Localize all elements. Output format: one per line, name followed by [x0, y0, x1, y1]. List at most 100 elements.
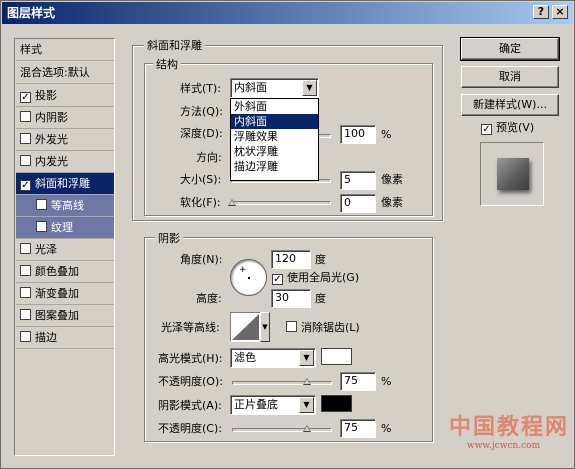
sidebar-item-outer-glow[interactable]: 外发光	[16, 129, 114, 151]
anti-alias-checkbox[interactable]	[286, 321, 297, 332]
color-overlay-checkbox[interactable]	[20, 265, 31, 276]
inner-glow-checkbox[interactable]	[20, 155, 31, 166]
shadow-opacity-track[interactable]	[232, 428, 332, 432]
chevron-down-icon: ▼	[302, 80, 317, 96]
stroke-checkbox[interactable]	[20, 331, 31, 342]
contour-checkbox[interactable]	[36, 199, 47, 210]
size-unit: 像素	[381, 173, 403, 186]
sidebar-item-pattern-overlay[interactable]: 图案叠加	[16, 305, 114, 327]
gradient-overlay-checkbox[interactable]	[20, 287, 31, 298]
sidebar-item-label: 图案叠加	[35, 309, 79, 322]
method-label: 方法(Q):	[180, 105, 223, 118]
soften-unit: 像素	[381, 196, 403, 209]
sidebar-item-label: 斜面和浮雕	[35, 177, 90, 190]
sidebar-item-blend-options[interactable]: 混合选项:默认	[16, 62, 114, 84]
sidebar-item-label: 颜色叠加	[35, 265, 79, 278]
shadow-opacity-thumb[interactable]	[303, 425, 311, 432]
watermark-text: 中国教程网	[449, 414, 570, 440]
dropdown-option[interactable]: 浮雕效果	[231, 129, 318, 144]
pattern-overlay-checkbox[interactable]	[20, 309, 31, 320]
sidebar-item-label: 等高线	[51, 199, 84, 212]
style-select-value: 内斜面	[234, 81, 267, 94]
global-light-checkbox[interactable]: ✓	[272, 274, 283, 285]
dropdown-option[interactable]: 描边浮雕	[231, 159, 318, 174]
chevron-down-icon: ▼	[299, 397, 314, 413]
highlight-opacity-input[interactable]: 75	[340, 372, 376, 391]
angle-unit: 度	[315, 253, 326, 266]
depth-input[interactable]: 100	[340, 125, 376, 144]
sidebar-item-label: 内阴影	[35, 111, 68, 124]
highlight-opacity-thumb[interactable]	[303, 378, 311, 385]
contour-curve-icon	[232, 314, 259, 340]
global-light-option[interactable]: ✓ 使用全局光(G)	[272, 271, 359, 285]
ok-button[interactable]: 确定	[460, 37, 560, 61]
soften-slider-thumb[interactable]	[228, 199, 236, 206]
style-list: 样式 混合选项:默认 ✓ 投影 内阴影 外发光 内发光 ✓ 斜面和浮雕 等高线 纹理…	[14, 38, 115, 456]
style-label: 样式(T):	[180, 82, 222, 95]
size-input[interactable]: 5	[340, 171, 376, 190]
sidebar-item-label: 内发光	[35, 155, 68, 168]
sidebar-item-contour[interactable]: 等高线	[16, 195, 114, 217]
structure-title: 结构	[153, 56, 181, 72]
sidebar-item-texture[interactable]: 纹理	[16, 217, 114, 239]
bevel-emboss-checkbox[interactable]: ✓	[20, 180, 31, 191]
highlight-mode-select[interactable]: 滤色 ▼	[230, 348, 316, 368]
highlight-mode-label: 高光模式(H):	[158, 352, 223, 365]
help-icon: ?	[537, 5, 545, 18]
dropdown-option-selected[interactable]: 内斜面	[231, 114, 318, 129]
bevel-emboss-title: 斜面和浮雕	[144, 37, 205, 53]
highlight-opacity-unit: %	[381, 375, 392, 388]
style-dropdown-list[interactable]: 外斜面 内斜面 浮雕效果 枕状浮雕 描边浮雕	[230, 98, 319, 181]
sidebar-item-gradient-overlay[interactable]: 渐变叠加	[16, 283, 114, 305]
shadow-mode-label: 阴影模式(A):	[158, 399, 222, 412]
highlight-color-swatch[interactable]	[321, 348, 352, 365]
sidebar-item-color-overlay[interactable]: 颜色叠加	[16, 261, 114, 283]
shadow-mode-value: 正片叠底	[234, 398, 278, 411]
style-list-header-label: 样式	[20, 43, 42, 56]
angle-dial[interactable]: +	[230, 259, 267, 296]
soften-label: 软化(F):	[180, 196, 221, 209]
dial-center	[248, 277, 250, 279]
chevron-down-icon: ▼	[299, 350, 314, 366]
watermark: 中国教程网 www.jcwcn.com	[449, 409, 570, 451]
altitude-input[interactable]: 30	[271, 289, 311, 308]
style-list-header[interactable]: 样式	[16, 39, 114, 61]
shadow-mode-select[interactable]: 正片叠底 ▼	[230, 395, 316, 415]
inner-shadow-checkbox[interactable]	[20, 111, 31, 122]
sidebar-item-bevel-emboss[interactable]: ✓ 斜面和浮雕	[16, 173, 114, 195]
preview-checkbox[interactable]: ✓	[481, 124, 492, 135]
sidebar-item-drop-shadow[interactable]: ✓ 投影	[16, 85, 114, 107]
preview-swatch	[497, 158, 529, 190]
new-style-button[interactable]: 新建样式(W)...	[461, 94, 559, 116]
cancel-button[interactable]: 取消	[461, 66, 559, 88]
style-select[interactable]: 内斜面 ▼	[230, 78, 319, 98]
texture-checkbox[interactable]	[36, 221, 47, 232]
title-bar: 图层样式	[2, 2, 573, 24]
layer-style-dialog: 图层样式 ? × 样式 混合选项:默认 ✓ 投影 内阴影 外发光 内发光 ✓ 斜面和…	[0, 0, 575, 469]
sidebar-item-label: 纹理	[51, 221, 73, 234]
satin-checkbox[interactable]	[20, 243, 31, 254]
sidebar-item-label: 投影	[35, 89, 57, 102]
drop-shadow-checkbox[interactable]: ✓	[20, 92, 31, 103]
angle-input[interactable]: 120	[271, 250, 311, 269]
sidebar-item-inner-glow[interactable]: 内发光	[16, 151, 114, 173]
shadow-opacity-input[interactable]: 75	[340, 419, 376, 438]
shadow-color-swatch[interactable]	[321, 395, 352, 412]
preview-option[interactable]: ✓ 预览(V)	[481, 121, 534, 135]
global-light-label: 使用全局光(G)	[287, 271, 360, 284]
dropdown-option[interactable]: 枕状浮雕	[231, 144, 318, 159]
outer-glow-checkbox[interactable]	[20, 133, 31, 144]
contour-chevron-down-icon[interactable]: ▼	[260, 312, 270, 342]
soften-input[interactable]: 0	[340, 194, 376, 213]
close-button[interactable]: ×	[552, 5, 568, 19]
close-icon: ×	[555, 5, 565, 18]
sidebar-item-inner-shadow[interactable]: 内阴影	[16, 107, 114, 129]
altitude-label: 高度:	[196, 292, 222, 305]
help-button[interactable]: ?	[533, 5, 549, 19]
highlight-opacity-track[interactable]	[232, 381, 332, 385]
dropdown-option[interactable]: 外斜面	[231, 99, 318, 114]
sidebar-item-satin[interactable]: 光泽	[16, 239, 114, 261]
sidebar-item-stroke[interactable]: 描边	[16, 327, 114, 349]
soften-slider-track[interactable]	[231, 201, 331, 205]
anti-alias-option[interactable]: 消除锯齿(L)	[286, 321, 360, 335]
